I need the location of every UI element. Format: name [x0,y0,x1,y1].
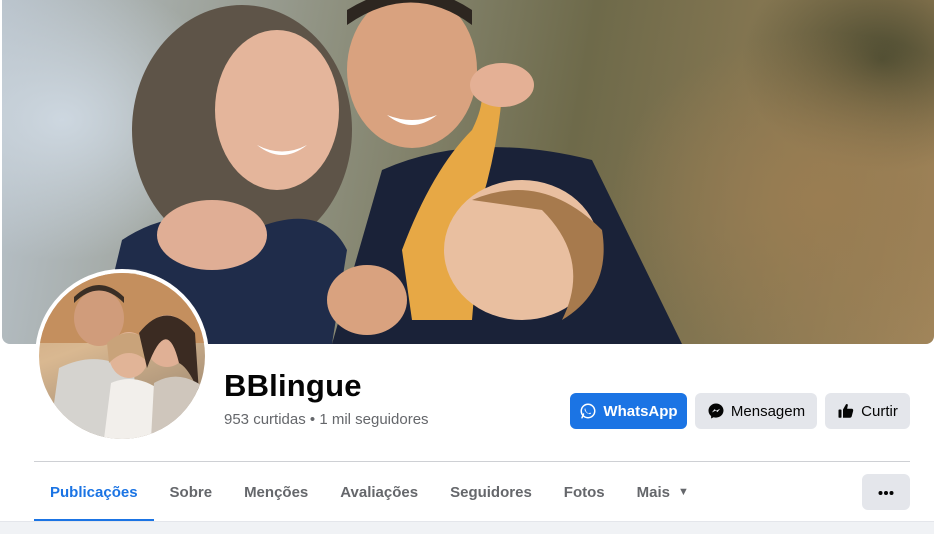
tab-label: Fotos [563,483,605,501]
like-page-button[interactable]: Curtir [825,393,910,429]
stats-separator: • [305,411,320,428]
messenger-icon [707,402,725,420]
page-stats[interactable]: 953 curtidas • 1 mil seguidores [224,411,429,428]
content-area-edge [0,521,934,534]
tab-avaliacoes[interactable]: Avaliações [324,462,434,522]
thumbs-up-icon [837,402,855,420]
tab-seguidores[interactable]: Seguidores [434,462,548,522]
tab-mais[interactable]: Mais ▼ [621,462,705,522]
more-options-button[interactable] [862,474,910,510]
ellipsis-icon [878,483,894,501]
like-label: Curtir [861,402,898,420]
page-tabs: Publicações Sobre Menções Avaliações Seg… [34,462,705,522]
tab-publicacoes[interactable]: Publicações [34,462,154,522]
tab-fotos[interactable]: Fotos [548,462,621,522]
tab-label: Sobre [169,483,213,501]
page-title: BBlingue [224,368,362,403]
whatsapp-label: WhatsApp [603,402,678,420]
whatsapp-button[interactable]: WhatsApp [570,393,687,429]
followers-count[interactable]: 1 mil seguidores [319,411,428,428]
whatsapp-icon [579,402,597,420]
profile-avatar[interactable] [35,269,209,443]
profile-avatar-image [39,273,205,439]
caret-down-icon: ▼ [677,486,689,498]
message-label: Mensagem [730,402,806,420]
tab-label: Publicações [50,483,138,501]
message-button[interactable]: Mensagem [695,393,817,429]
tab-label: Avaliações [340,483,419,501]
likes-count[interactable]: 953 curtidas [224,411,306,428]
tab-label: Seguidores [450,483,532,501]
tab-label: Menções [244,483,309,501]
tab-sobre[interactable]: Sobre [154,462,229,522]
tab-label: Mais [636,483,670,501]
tab-mencoes[interactable]: Menções [228,462,324,522]
